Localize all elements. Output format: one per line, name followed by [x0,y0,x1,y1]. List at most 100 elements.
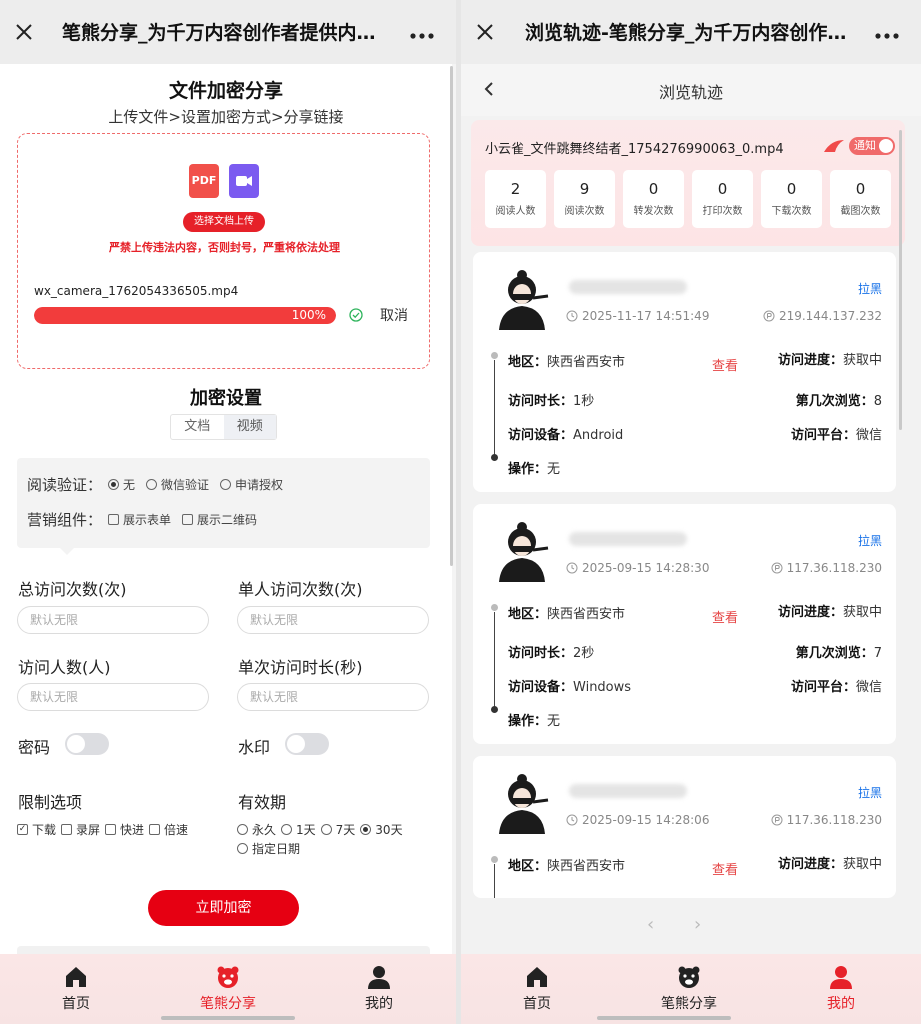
operation-value: 无 [547,462,561,477]
validity-7days[interactable]: 7天 [320,821,355,838]
option-text: 快进 [120,823,145,837]
stat-label: 转发次数 [633,206,674,217]
nth-visit-row: 第几次浏览：8 [796,390,882,409]
validity-1day[interactable]: 1天 [281,821,316,838]
stat-screenshots: 0 截图次数 [830,170,891,228]
validity-30days[interactable]: 30天 [360,821,403,838]
uploaded-file-name: wx_camera_1762054336505.mp4 [34,284,239,298]
home-indicator [597,1016,731,1020]
limit-fast-forward[interactable]: 快进 [105,821,144,838]
verify-option-apply[interactable]: 申请授权 [220,476,283,493]
tab-label: 笔熊分享 [661,996,717,1012]
key-label: 访问进度： [777,353,843,368]
scrollbar[interactable] [450,66,453,566]
device-value: Windows [573,680,632,695]
visit-ip-text: 117.36.118.230 [786,561,882,575]
option-text: 1天 [296,823,316,837]
next-page-icon[interactable]: › [694,914,701,935]
encrypt-now-button[interactable]: 立即加密 [148,890,299,926]
watermark-toggle[interactable] [285,733,329,755]
upload-area[interactable]: PDF 选择文档上传 严禁上传违法内容，否则封号，严重将依法处理 wx_came… [17,133,430,369]
key-label: 操作： [508,462,548,477]
validity-label: 有效期 [238,793,287,812]
validity-forever[interactable]: 永久 [237,821,276,838]
limit-download[interactable]: ✓ 下载 [17,821,56,838]
key-label: 地区： [508,859,548,874]
single-visits-label: 单人访问次数(次) [238,580,363,599]
home-indicator [161,1016,295,1020]
ip-icon [771,562,783,574]
platform-value: 微信 [855,680,882,695]
option-text: 30天 [375,823,403,837]
total-visits-input[interactable]: 默认无限 [17,606,209,634]
segment-video[interactable]: 视频 [223,415,276,439]
clock-icon [566,310,578,322]
avatar [499,270,549,330]
verify-option-wechat[interactable]: 微信验证 [146,476,209,493]
notify-toggle[interactable]: 通知 [849,137,895,155]
segment-document[interactable]: 文档 [171,415,224,439]
tab-label: 我的 [365,996,393,1012]
duration-input[interactable]: 默认无限 [237,683,429,711]
device-row: 访问设备：Windows [508,676,631,695]
limit-speed[interactable]: 倍速 [149,821,188,838]
scrollbar[interactable] [899,130,902,430]
key-label: 访问进度： [777,857,843,872]
tab-bixiong-share[interactable]: 笔熊分享 [639,964,739,1013]
radio-icon [237,824,248,835]
view-button[interactable]: 查看 [712,607,738,626]
more-icon[interactable] [875,33,899,39]
platform-row: 访问平台：微信 [791,424,882,443]
tab-home[interactable]: 首页 [487,964,587,1013]
checkbox-icon [182,514,194,525]
marketing-show-form[interactable]: 展示表单 [108,511,171,528]
timeline-line [494,360,495,460]
stat-reads: 9 阅读次数 [554,170,615,228]
close-icon[interactable] [14,22,34,42]
key-label: 第几次浏览： [795,394,874,409]
tab-mine[interactable]: 我的 [791,964,891,1013]
ip-icon [771,814,783,826]
clock-icon [566,814,578,826]
verify-option-none[interactable]: 无 [108,476,135,493]
choose-upload-button[interactable]: 选择文档上传 [183,212,265,232]
user-name-blurred [569,784,687,798]
read-verify-row: 阅读验证： 无 微信验证 申请授权 [27,474,294,495]
visitors-input[interactable]: 默认无限 [17,683,209,711]
view-button[interactable]: 查看 [712,355,738,374]
device-row: 访问设备：Android [508,424,623,443]
marketing-show-qrcode[interactable]: 展示二维码 [182,511,257,528]
tab-home[interactable]: 首页 [26,964,126,1013]
option-text: 倍速 [164,823,189,837]
block-button[interactable]: 拉黑 [858,280,882,297]
verify-settings: 阅读验证： 无 微信验证 申请授权 营销组件： 展示表单 展示二维码 [17,458,430,555]
visit-ip-text: 219.144.137.232 [778,309,882,323]
view-button[interactable]: 查看 [712,859,738,878]
prev-page-icon[interactable]: ‹ [647,914,654,935]
block-button[interactable]: 拉黑 [858,532,882,549]
cancel-upload-button[interactable]: 取消 [380,305,408,325]
more-icon[interactable] [410,33,434,39]
password-toggle[interactable] [65,733,109,755]
duration-row: 访问时长：1秒 [508,390,594,409]
stat-value: 0 [786,180,797,198]
stat-downloads: 0 下载次数 [761,170,822,228]
bear-icon [217,966,239,988]
single-visits-input[interactable]: 默认无限 [237,606,429,634]
limit-record[interactable]: 录屏 [61,821,100,838]
stat-value: 0 [855,180,866,198]
progress-value: 获取中 [842,353,882,368]
tab-bixiong-share[interactable]: 笔熊分享 [178,964,278,1013]
key-label: 访问设备： [508,428,574,443]
tab-label: 首页 [523,996,551,1012]
block-button[interactable]: 拉黑 [858,784,882,801]
region-value: 陕西省西安市 [547,859,626,874]
nth-value: 7 [873,646,882,661]
validity-custom-date[interactable]: 指定日期 [237,840,300,857]
upload-progress-bar: 100% [34,307,336,324]
stats-row: 2 阅读人数 9 阅读次数 0 转发次数 0 打印次数 0 下载次数 0 截图次数 [485,170,891,228]
close-icon[interactable] [475,22,495,42]
tab-mine[interactable]: 我的 [329,964,429,1013]
checkbox-icon [105,824,117,835]
visitors-label: 访问人数(人) [18,658,111,677]
